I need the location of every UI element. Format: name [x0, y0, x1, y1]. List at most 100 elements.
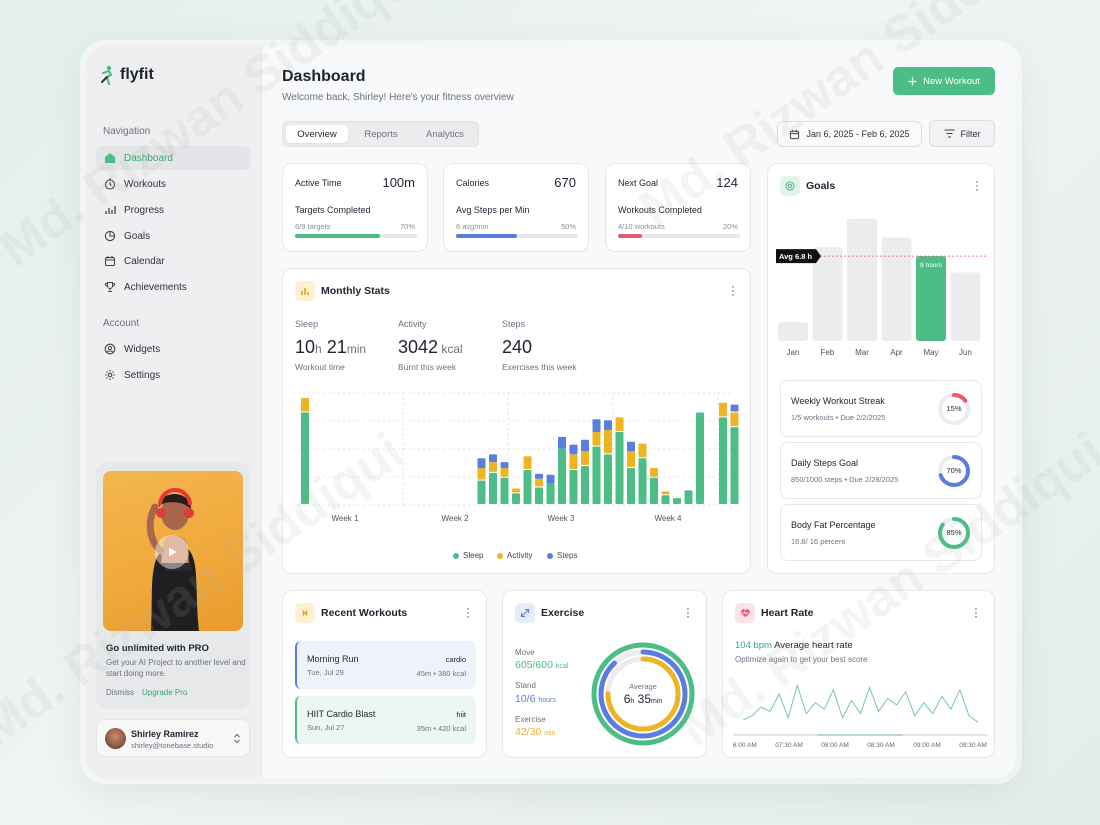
- sidebar-item-progress[interactable]: Progress: [96, 198, 250, 222]
- new-workout-button[interactable]: New Workout: [893, 67, 995, 95]
- stat-label-activity: Activity: [398, 319, 427, 329]
- stat-value-steps: 240: [502, 337, 533, 357]
- heart-rate-title: Heart Rate: [761, 607, 814, 619]
- sidebar-item-settings[interactable]: Settings: [96, 363, 250, 387]
- dismiss-button[interactable]: Dismiss: [106, 688, 134, 697]
- kpi-percent: 50%: [560, 222, 576, 231]
- x-tick-label: 06:00 AM: [733, 742, 757, 749]
- sidebar-item-label: Progress: [124, 204, 165, 216]
- heart-rate-line-chart: 06:00 AM 07:30 AM 08:00 AM 08:30 AM 09:00 AM…: [733, 683, 988, 749]
- bar-segment-sleep: [592, 446, 601, 504]
- workout-item[interactable]: HIIT Cardio Blast Sun, Jul 27 hiit 35m •…: [295, 696, 476, 744]
- kpi-card-next-goal: Next Goal 124 Workouts Completed 4/10 wo…: [605, 163, 751, 252]
- nav-heading: Navigation: [103, 126, 151, 137]
- workout-meta: 35m • 420 kcal: [416, 724, 466, 733]
- play-icon: [169, 547, 177, 557]
- bar-segment-activity: [581, 451, 589, 466]
- more-options-button[interactable]: · · ·: [975, 175, 979, 195]
- progress-bar: [618, 234, 740, 238]
- sidebar-item-calendar[interactable]: Calendar: [96, 249, 250, 273]
- more-options-button[interactable]: · · ·: [731, 280, 735, 300]
- bar-segment-steps: [581, 439, 589, 452]
- kpi-value: 670: [554, 175, 576, 190]
- recent-workouts-card: Recent Workouts · · · Morning Run Tue, Jul…: [282, 590, 487, 758]
- bar-segment-steps: [558, 436, 566, 449]
- sidebar-item-label: Widgets: [124, 343, 161, 355]
- x-tick-label: Week 4: [655, 514, 683, 523]
- app-window: flyfit Navigation Dashboard Workouts Pro…: [86, 46, 1016, 778]
- play-button[interactable]: [155, 535, 189, 569]
- stat-foot-sleep: Workout time: [295, 362, 345, 372]
- sidebar-item-achievements[interactable]: Achievements: [96, 275, 250, 299]
- bar-segment-activity: [500, 467, 509, 477]
- account-heading: Account: [103, 318, 140, 329]
- kpi-small-text: 6 avg/min: [456, 222, 489, 231]
- goal-bar: [950, 272, 981, 341]
- goal-item[interactable]: Weekly Workout Streak 1/5 workouts • Due…: [780, 380, 982, 437]
- bar-segment-activity: [535, 478, 543, 487]
- goal-badge: [780, 176, 800, 196]
- workout-type: cardio: [445, 655, 466, 664]
- bar-segment-activity: [512, 488, 520, 493]
- bar-segment-steps: [569, 444, 578, 455]
- brand-logo[interactable]: flyfit: [100, 65, 154, 85]
- sidebar-item-goals[interactable]: Goals: [96, 224, 250, 248]
- chevron-updown-icon: [234, 733, 240, 744]
- plus-icon: [908, 77, 917, 85]
- user-profile-switcher[interactable]: Shirley Ramirez shirley@tonebase.studio: [96, 719, 250, 757]
- x-tick-label: 09:00 AM: [913, 742, 940, 749]
- legend-activity: Activity: [497, 551, 532, 560]
- goal-item[interactable]: Body Fat Percentage 16.8/ 16 percent 85%: [780, 504, 982, 561]
- exercise-title: Exercise: [541, 607, 585, 619]
- sidebar-item-workouts[interactable]: Workouts: [96, 172, 250, 196]
- goals-bar-chart: Jan Feb Mar Apr May 8 hours Jun Avg 6.8 h: [776, 218, 988, 357]
- bar-segment-activity: [661, 491, 670, 495]
- x-tick-label: May: [923, 348, 938, 357]
- sidebar-item-dashboard[interactable]: Dashboard: [96, 146, 250, 170]
- kpi-percent: 20%: [722, 222, 738, 231]
- more-options-button[interactable]: · · ·: [466, 602, 470, 622]
- goal-item[interactable]: Daily Steps Goal 850/1000 steps • Due 2/…: [780, 442, 982, 499]
- bar-segment-activity: [301, 397, 309, 412]
- workout-date: Sun, Jul 27: [307, 723, 345, 732]
- workout-date: Tue, Jul 29: [307, 668, 344, 677]
- kpi-label: Active Time: [295, 178, 342, 188]
- stat-foot-steps: Exercises this week: [502, 362, 577, 372]
- bar-segment-sleep: [696, 412, 704, 504]
- bar-segment-steps: [604, 420, 612, 431]
- goal-sub: 16.8/ 16 percent: [791, 537, 846, 546]
- monthly-stats-card: Monthly Stats · · · Sleep 10h 21min Workou…: [282, 268, 751, 574]
- promo-image: [103, 471, 243, 631]
- x-tick-label: Jun: [959, 348, 972, 357]
- sidebar-item-widgets[interactable]: Widgets: [96, 337, 250, 361]
- heart-pulse-icon: [740, 609, 750, 617]
- home-icon: [104, 153, 116, 164]
- more-options-button[interactable]: · · ·: [686, 602, 690, 622]
- page-subtitle: Welcome back, Shirley! Here's your fitne…: [282, 92, 514, 103]
- heart-badge: [735, 603, 755, 623]
- tab-reports[interactable]: Reports: [351, 125, 411, 143]
- bar-segment-sleep: [569, 469, 578, 504]
- x-tick-label: Mar: [855, 348, 869, 357]
- x-tick-label: Feb: [821, 348, 835, 357]
- workout-item[interactable]: Morning Run Tue, Jul 29 cardio 45m • 380…: [295, 641, 476, 689]
- workout-badge: [295, 603, 315, 623]
- kpi-value: 124: [716, 175, 738, 190]
- tab-analytics[interactable]: Analytics: [413, 125, 477, 143]
- bar-chart-icon: [301, 288, 309, 295]
- date-range-picker[interactable]: Jan 6, 2025 - Feb 6, 2025: [777, 121, 922, 147]
- goal-title: Weekly Workout Streak: [791, 396, 885, 406]
- upgrade-pro-link[interactable]: Upgrade Pro: [142, 688, 187, 697]
- x-tick-label: Week 1: [332, 514, 360, 523]
- bar-segment-activity: [489, 462, 497, 472]
- bar-segment-activity: [523, 456, 532, 469]
- exercise-value-exercise: 42/30 min: [515, 726, 556, 738]
- bar-chart-icon: [105, 206, 116, 214]
- bar-segment-steps: [592, 419, 601, 432]
- more-options-button[interactable]: · · ·: [974, 602, 978, 622]
- sidebar-item-label: Achievements: [124, 281, 187, 293]
- heart-rate-hint: Optimize again to get your best score: [735, 655, 868, 664]
- filter-button[interactable]: Filter: [929, 120, 995, 147]
- tab-overview[interactable]: Overview: [286, 125, 348, 143]
- stopwatch-icon: [104, 178, 116, 190]
